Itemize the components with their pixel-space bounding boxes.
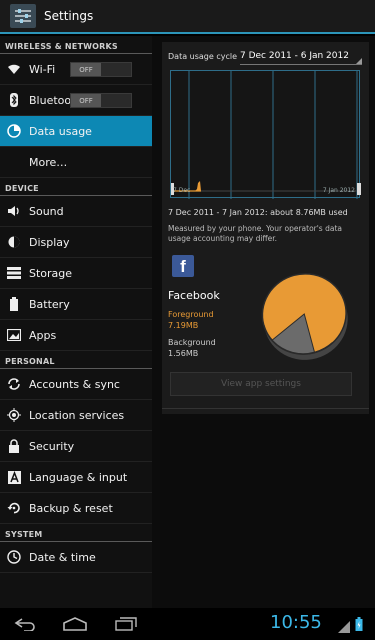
bluetooth-icon [7, 93, 21, 107]
sidebar-item-label: Security [29, 439, 75, 453]
foreground-value: 7.19MB [168, 321, 199, 330]
sidebar-item-label: Accounts & sync [29, 377, 120, 391]
wifi-icon [7, 62, 21, 76]
sidebar-item-more[interactable]: More… [0, 147, 152, 178]
sidebar-item-apps[interactable]: Apps [0, 320, 152, 351]
sidebar-item-datetime[interactable]: Date & time [0, 542, 152, 573]
sidebar-item-label: Apps [29, 328, 57, 342]
sidebar-item-label: Data usage [29, 124, 92, 138]
toggle-state: OFF [71, 94, 101, 107]
measured-note: Measured by your phone. Your operator's … [168, 224, 342, 243]
usage-pie [261, 273, 348, 360]
battery-status-icon [355, 616, 363, 635]
app-name: Facebook [168, 289, 220, 302]
section-header-system: SYSTEM [0, 524, 152, 542]
sidebar-item-accounts[interactable]: Accounts & sync [0, 369, 152, 400]
sidebar-item-display[interactable]: Display [0, 227, 152, 258]
foreground-label: Foreground [168, 310, 214, 319]
end-handle[interactable] [357, 183, 361, 195]
status-clock: 10:55 [270, 612, 322, 633]
sidebar-item-label: More… [29, 155, 68, 169]
detail-card: Data usage cycle 7 Dec 2011 - 6 Jan 2012 [162, 42, 369, 414]
chart-start-label: 7 Dec [173, 187, 191, 194]
sidebar-item-battery[interactable]: Battery [0, 289, 152, 320]
toggle-state: OFF [71, 63, 101, 76]
sidebar-item-label: Sound [29, 204, 64, 218]
location-icon [7, 408, 21, 422]
system-nav-bar: 10:55 [0, 608, 375, 640]
data-usage-detail: Data usage cycle 7 Dec 2011 - 6 Jan 2012 [152, 36, 375, 608]
sidebar-item-bluetooth[interactable]: Bluetooth OFF [0, 85, 152, 116]
battery-icon [7, 297, 21, 311]
storage-icon [7, 266, 21, 280]
lock-icon [7, 439, 21, 453]
sidebar-item-label: Battery [29, 297, 70, 311]
background-value: 1.56MB [168, 349, 199, 358]
sidebar-item-language[interactable]: Language & input [0, 462, 152, 493]
divider [162, 408, 369, 409]
settings-app-icon[interactable] [10, 4, 36, 28]
sidebar-item-wifi[interactable]: Wi-Fi OFF [0, 54, 152, 85]
action-bar: Settings [0, 0, 375, 34]
sidebar-item-label: Display [29, 235, 70, 249]
home-icon[interactable] [62, 616, 88, 635]
restore-icon [7, 501, 21, 515]
dropdown-triangle-icon [356, 58, 362, 64]
signal-icon [338, 618, 350, 637]
data-usage-icon [7, 124, 21, 138]
usage-chart: 7 Dec 7 Jan 2012 [170, 70, 361, 199]
sidebar-item-data-usage[interactable]: Data usage [0, 116, 152, 147]
sidebar-item-label: Wi-Fi [29, 62, 56, 76]
clock-icon [7, 550, 21, 564]
recent-apps-icon[interactable] [115, 616, 137, 635]
wifi-toggle[interactable]: OFF [70, 62, 132, 77]
cycle-dropdown[interactable]: 7 Dec 2011 - 6 Jan 2012 [240, 51, 362, 65]
cycle-value: 7 Dec 2011 - 6 Jan 2012 [240, 51, 349, 61]
view-app-settings-button[interactable]: View app settings [170, 372, 352, 396]
keyboard-icon [7, 470, 21, 484]
sidebar-item-storage[interactable]: Storage [0, 258, 152, 289]
sidebar-item-label: Backup & reset [29, 501, 113, 515]
sidebar-item-sound[interactable]: Sound [0, 196, 152, 227]
sidebar-item-security[interactable]: Security [0, 431, 152, 462]
bluetooth-toggle[interactable]: OFF [70, 93, 132, 108]
sync-icon [7, 377, 21, 391]
section-header-wireless: WIRELESS & NETWORKS [0, 36, 152, 54]
facebook-icon: f [172, 255, 194, 277]
page-title: Settings [44, 9, 94, 23]
cycle-label: Data usage cycle [168, 52, 238, 61]
back-icon[interactable] [14, 616, 38, 635]
sidebar-item-backup[interactable]: Backup & reset [0, 493, 152, 524]
brightness-icon [7, 235, 21, 249]
sidebar-item-label: Location services [29, 408, 125, 422]
sidebar-item-location[interactable]: Location services [0, 400, 152, 431]
background-label: Background [168, 338, 216, 347]
usage-summary: 7 Dec 2011 - 7 Jan 2012: about 8.76MB us… [168, 208, 348, 217]
chart-end-label: 7 Jan 2012 [322, 187, 355, 194]
section-header-device: DEVICE [0, 178, 152, 196]
sidebar-item-label: Date & time [29, 550, 96, 564]
speaker-icon [7, 204, 21, 218]
apps-icon [7, 328, 21, 342]
sidebar-item-label: Storage [29, 266, 73, 280]
sidebar-item-label: Language & input [29, 470, 128, 484]
section-header-personal: PERSONAL [0, 351, 152, 369]
settings-list: WIRELESS & NETWORKS Wi-Fi OFF Bluetooth … [0, 36, 152, 608]
